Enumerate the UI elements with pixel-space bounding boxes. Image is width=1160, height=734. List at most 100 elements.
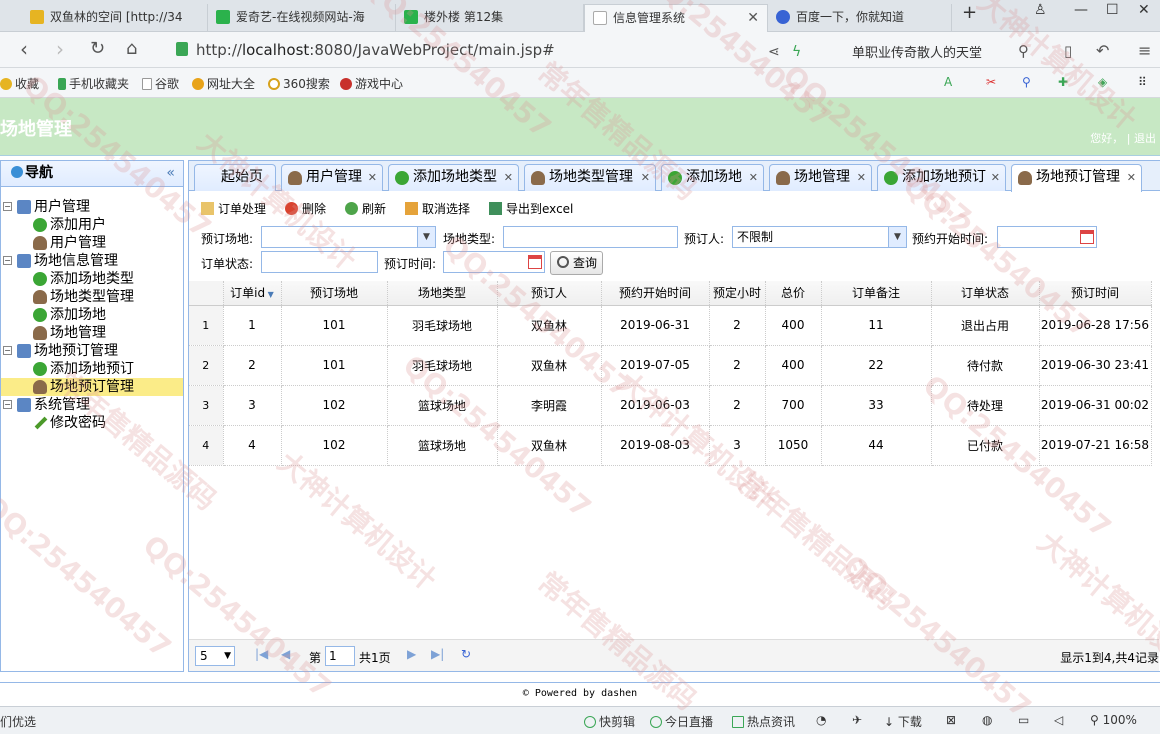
sidebar-item[interactable]: − 场地信息管理	[1, 252, 183, 270]
forward-icon[interactable]: ›	[56, 38, 64, 60]
sidebar-item[interactable]: 场地类型管理	[1, 288, 183, 306]
pin-icon[interactable]: ✈	[852, 713, 862, 727]
sidebar-item[interactable]: 场地预订管理	[1, 378, 183, 396]
close-icon[interactable]: ✕	[1127, 165, 1136, 190]
venue-select[interactable]: ▼	[261, 226, 436, 248]
bookmark-mobile[interactable]: 手机收藏夹	[58, 75, 129, 92]
panel-tab[interactable]: 添加场地类型 ✕	[388, 164, 519, 191]
export-excel-button[interactable]: 导出到excel	[489, 200, 573, 217]
sidebar-item[interactable]: 添加用户	[1, 216, 183, 234]
search-suggestion[interactable]: 单职业传奇散人的天堂	[852, 42, 982, 61]
close-icon[interactable]: ✕	[857, 165, 866, 190]
refresh-button[interactable]: 刷新	[345, 200, 386, 217]
sidebar-item[interactable]: − 场地预订管理	[1, 342, 183, 360]
browser-tab-active[interactable]: 信息管理系统 ✕	[584, 4, 768, 32]
shield-icon[interactable]: ◈	[1098, 75, 1107, 89]
sidebar-item[interactable]: 添加场地	[1, 306, 183, 324]
scissors-icon[interactable]: ✂	[986, 75, 996, 89]
bolt-icon[interactable]: ϟ	[792, 41, 801, 63]
url-field[interactable]: http://localhost:8080/JavaWebProject/mai…	[196, 39, 555, 61]
panel-tab[interactable]: 添加场地预订 ✕	[877, 164, 1006, 191]
grid-icon[interactable]: ⠿	[1138, 75, 1147, 89]
bookmark-google[interactable]: 谷歌	[142, 75, 179, 92]
minimize-icon[interactable]: —	[1074, 2, 1088, 18]
column-header[interactable]: 预约开始时间	[601, 281, 710, 306]
close-icon[interactable]: ✕	[504, 165, 513, 190]
collapse-toggle-icon[interactable]: −	[3, 256, 12, 265]
status-kuaijianji[interactable]: 快剪辑	[584, 713, 635, 730]
panel-tab[interactable]: 起始页	[194, 164, 276, 191]
column-header[interactable]: 场地类型	[387, 281, 498, 306]
unselect-button[interactable]: 取消选择	[405, 200, 470, 217]
prev-page-icon[interactable]: ◀	[281, 647, 290, 661]
close-icon[interactable]: ✕	[747, 5, 759, 31]
column-header[interactable]: 订单备注	[821, 281, 932, 306]
calendar-icon[interactable]	[528, 255, 542, 269]
panel-tab[interactable]: 用户管理 ✕	[281, 164, 383, 191]
collapse-toggle-icon[interactable]: −	[3, 202, 12, 211]
status-download[interactable]: ↓ 下载	[884, 713, 922, 730]
chevron-down-icon[interactable]: ▼	[224, 647, 231, 665]
collapse-toggle-icon[interactable]: −	[3, 346, 12, 355]
sidebar-item[interactable]: 修改密码	[1, 414, 183, 432]
home-icon[interactable]: ⌂	[126, 38, 137, 60]
bookmark-games[interactable]: 游戏中心	[340, 75, 403, 92]
table-row[interactable]: 3 3 102 篮球场地 李明霞 2019-06-03 2 700 33 待处理 2019-06-3…	[189, 385, 1152, 426]
browser-tab-2[interactable]: 爱奇艺-在线视频网站-海	[208, 4, 396, 32]
volume-icon[interactable]: ◁	[1054, 713, 1063, 727]
undo-icon[interactable]: ↶	[1096, 40, 1109, 62]
panel-tab[interactable]: 场地类型管理 ✕	[524, 164, 656, 191]
column-header[interactable]: 总价	[765, 281, 822, 306]
maximize-icon[interactable]: ☐	[1106, 2, 1119, 18]
status-news[interactable]: 热点资讯	[732, 713, 795, 730]
sidebar-item[interactable]: 添加场地预订	[1, 360, 183, 378]
person-select[interactable]: 不限制 ▼	[732, 226, 907, 248]
table-row[interactable]: 1 1 101 羽毛球场地 双鱼林 2019-06-31 2 400 11 退出占用 2019-06…	[189, 305, 1152, 346]
panel-tab[interactable]: 添加场地 ✕	[661, 164, 764, 191]
order-time-input[interactable]	[443, 251, 545, 273]
phone-icon[interactable]: ▯	[1064, 40, 1072, 62]
image-icon[interactable]: ⊠	[946, 713, 956, 727]
translate-icon[interactable]: A	[944, 75, 952, 89]
column-header[interactable]: 预订时间	[1039, 281, 1152, 306]
start-time-input[interactable]	[997, 226, 1097, 248]
panel-tab[interactable]: 场地管理 ✕	[769, 164, 872, 191]
last-page-icon[interactable]: ▶|	[431, 647, 444, 661]
status-zoom[interactable]: ⚲ 100%	[1090, 713, 1137, 727]
bookmark-site-nav[interactable]: 网址大全	[192, 75, 255, 92]
delete-button[interactable]: 删除	[285, 200, 326, 217]
close-icon[interactable]: ✕	[991, 165, 1000, 190]
sidebar-item[interactable]: 用户管理	[1, 234, 183, 252]
chevron-down-icon[interactable]: ▼	[417, 227, 435, 247]
column-header[interactable]: 预订场地	[281, 281, 388, 306]
browser-tab-1[interactable]: 双鱼林的空间 [http://34	[22, 4, 208, 32]
column-header[interactable]: 订单状态	[931, 281, 1040, 306]
page-number-input[interactable]: 1	[325, 646, 355, 666]
bookmark-favorites[interactable]: 收藏	[0, 75, 39, 92]
table-row[interactable]: 4 4 102 篮球场地 双鱼林 2019-08-03 3 1050 44 已付款 2019-07-…	[189, 425, 1152, 466]
panel-tab[interactable]: 场地预订管理 ✕	[1011, 164, 1142, 192]
table-row[interactable]: 2 2 101 羽毛球场地 双鱼林 2019-07-05 2 400 22 待付款 2019-06-…	[189, 345, 1152, 386]
menu-icon[interactable]: ≡	[1138, 40, 1151, 62]
reload-icon[interactable]: ↻	[90, 38, 105, 60]
sidebar-item[interactable]: 场地管理	[1, 324, 183, 342]
type-input[interactable]	[503, 226, 678, 248]
query-button[interactable]: 查询	[550, 251, 603, 275]
status-live[interactable]: 今日直播	[650, 713, 713, 730]
next-page-icon[interactable]: ▶	[407, 647, 416, 661]
logout-link[interactable]: 退出	[1134, 132, 1156, 145]
column-header[interactable]: 订单id ▼	[223, 281, 282, 306]
process-order-button[interactable]: 订单处理	[201, 200, 266, 217]
bookmark-360[interactable]: 360搜索	[268, 75, 330, 92]
screen-icon[interactable]: ▭	[1018, 713, 1029, 727]
share-icon[interactable]: ⋖	[768, 41, 780, 63]
status-input[interactable]	[261, 251, 378, 273]
back-icon[interactable]: ‹	[20, 38, 28, 60]
reload-icon[interactable]: ↻	[461, 647, 471, 661]
gamepad-icon[interactable]: ✚	[1058, 75, 1068, 89]
sidebar-item[interactable]: − 系统管理	[1, 396, 183, 414]
first-page-icon[interactable]: |◀	[255, 647, 268, 661]
sidebar-item[interactable]: − 用户管理	[1, 198, 183, 216]
close-icon[interactable]: ✕	[641, 165, 650, 190]
search-icon[interactable]: ⚲	[1018, 40, 1029, 62]
